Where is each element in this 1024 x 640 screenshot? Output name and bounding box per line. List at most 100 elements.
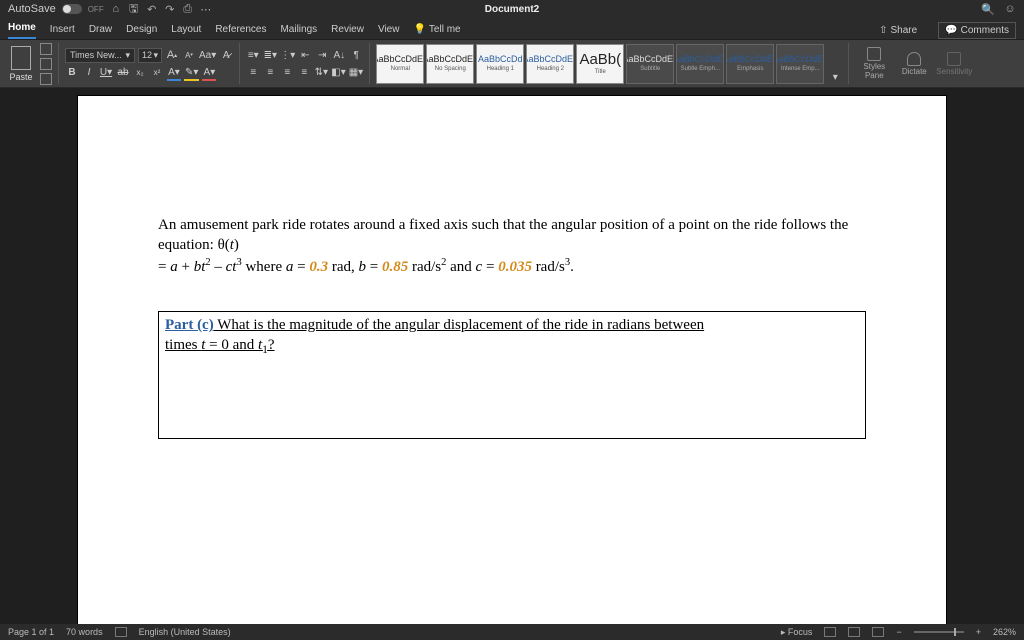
shading-button[interactable]: ◧▾ [331, 65, 345, 79]
style-intense-emp-[interactable]: AaBbCcDdEe Intense Emp... [776, 44, 824, 84]
print-icon[interactable]: ⎙ [182, 3, 194, 15]
styles-group: AaBbCcDdEeNormalAaBbCcDdEeNo SpacingAaBb… [376, 43, 849, 84]
format-painter-icon[interactable] [40, 73, 52, 85]
comments-button[interactable]: 💬 Comments [938, 22, 1016, 39]
increase-indent-button[interactable]: ⇥ [315, 48, 329, 62]
font-size-combo[interactable]: 12▾ [138, 48, 162, 63]
page-indicator[interactable]: Page 1 of 1 [8, 627, 54, 637]
sensitivity-button[interactable]: Sensitivity [935, 52, 973, 76]
text: where [242, 259, 286, 275]
tab-mailings[interactable]: Mailings [280, 24, 317, 39]
underline-button[interactable]: U▾ [99, 66, 113, 80]
subscript-button[interactable]: x₂ [133, 66, 147, 80]
tell-me[interactable]: 💡 Tell me [413, 24, 460, 39]
paste-button[interactable]: Paste [6, 46, 36, 82]
font-name-combo[interactable]: Times New...▾ [65, 48, 135, 63]
style-emphasis[interactable]: AaBbCcDdEeEmphasis [726, 44, 774, 84]
bullets-button[interactable]: ≡▾ [246, 48, 260, 62]
grow-font-button[interactable]: A▴ [165, 48, 179, 62]
style-title[interactable]: AaBb(Title [576, 44, 624, 84]
search-icon[interactable]: 🔍 [982, 3, 994, 15]
part-c-line1: Part (c) What is the magnitude of the an… [165, 316, 859, 336]
language-indicator[interactable]: English (United States) [139, 627, 231, 637]
word-count[interactable]: 70 words [66, 627, 103, 637]
style-subtitle[interactable]: AaBbCcDdEeSubtitle [626, 44, 674, 84]
comment-icon: 💬 [945, 25, 957, 36]
superscript-button[interactable]: x² [150, 66, 164, 80]
more-icon[interactable]: ⋯ [200, 3, 212, 15]
style-heading-2[interactable]: AaBbCcDdEeHeading 2 [526, 44, 574, 84]
align-right-button[interactable]: ≡ [280, 65, 294, 79]
undo-icon[interactable]: ↶ [146, 3, 158, 15]
text-effects-button[interactable]: A▾ [167, 66, 181, 80]
share-button[interactable]: ⇧ Share [872, 22, 924, 39]
style-preview: AaBbCcDdEe [776, 55, 824, 64]
web-layout-icon[interactable] [872, 627, 884, 637]
justify-button[interactable]: ≡ [297, 65, 311, 79]
change-case-button[interactable]: Aa▾ [199, 48, 216, 62]
tab-draw[interactable]: Draw [89, 24, 112, 39]
line-spacing-button[interactable]: ⇅▾ [314, 65, 328, 79]
text: – [211, 259, 226, 275]
text: = 0 and [205, 337, 258, 353]
tab-layout[interactable]: Layout [171, 24, 201, 39]
cut-icon[interactable] [40, 43, 52, 55]
title-bar: AutoSave OFF ⌂ 🖫 ↶ ↷ ⎙ ⋯ Document2 🔍 ☺ [0, 0, 1024, 18]
autosave-toggle[interactable] [62, 4, 82, 14]
clipboard-icon [11, 46, 31, 70]
styles-pane-button[interactable]: Styles Pane [855, 47, 893, 80]
style-normal[interactable]: AaBbCcDdEeNormal [376, 44, 424, 84]
font-color-button[interactable]: A▾ [202, 66, 216, 80]
dictate-button[interactable]: Dictate [895, 52, 933, 76]
shrink-font-button[interactable]: A▾ [182, 48, 196, 62]
print-layout-icon[interactable] [848, 627, 860, 637]
spellcheck-icon[interactable] [115, 627, 127, 637]
numbering-button[interactable]: ≣▾ [263, 48, 277, 62]
style-preview: AaBbCcDdEe [526, 55, 574, 64]
tab-view[interactable]: View [378, 24, 400, 39]
home-icon[interactable]: ⌂ [110, 3, 122, 15]
copy-icon[interactable] [40, 58, 52, 70]
dictate-label: Dictate [902, 67, 927, 76]
clear-format-button[interactable]: A̷ [219, 48, 233, 62]
zoom-level[interactable]: 262% [993, 627, 1016, 637]
styles-more-button[interactable]: ▾ [828, 70, 842, 84]
focus-mode[interactable]: ▸ Focus [781, 627, 813, 638]
sort-button[interactable]: A↓ [332, 48, 346, 62]
tab-insert[interactable]: Insert [50, 24, 75, 39]
style-preview: AaBbCcDd [478, 55, 523, 64]
highlight-button[interactable]: ✎▾ [184, 66, 199, 80]
zoom-out-button[interactable]: − [896, 627, 901, 637]
tab-home[interactable]: Home [8, 22, 36, 39]
zoom-slider[interactable] [914, 631, 964, 633]
tab-references[interactable]: References [215, 24, 266, 39]
redo-icon[interactable]: ↷ [164, 3, 176, 15]
value-a: 0.3 [309, 259, 328, 275]
tab-design[interactable]: Design [126, 24, 157, 39]
right-groups: Styles Pane Dictate Sensitivity [855, 43, 979, 84]
italic-button[interactable]: I [82, 66, 96, 80]
align-left-button[interactable]: ≡ [246, 65, 260, 79]
face-icon[interactable]: ☺ [1004, 3, 1016, 15]
style-subtle-emph-[interactable]: AaBbCcDdEeSubtle Emph... [676, 44, 724, 84]
multilevel-button[interactable]: ⋮▾ [280, 48, 295, 62]
document-body[interactable]: An amusement park ride rotates around a … [158, 216, 866, 439]
show-marks-button[interactable]: ¶ [349, 48, 363, 62]
borders-button[interactable]: ▦▾ [349, 65, 363, 79]
document-page[interactable]: An amusement park ride rotates around a … [78, 96, 946, 624]
style-preview: AaBbCcDdEe [376, 55, 424, 64]
tab-review[interactable]: Review [331, 24, 364, 39]
bold-button[interactable]: B [65, 66, 79, 80]
save-icon[interactable]: 🖫 [128, 3, 140, 15]
strikethrough-button[interactable]: ab [116, 66, 130, 80]
text: = [293, 259, 309, 275]
align-center-button[interactable]: ≡ [263, 65, 277, 79]
paragraph-group: ≡▾ ≣▾ ⋮▾ ⇤ ⇥ A↓ ¶ ≡ ≡ ≡ ≡ ⇅▾ ◧▾ ▦▾ [246, 43, 370, 84]
style-name: Intense Emp... [781, 66, 820, 72]
style-no-spacing[interactable]: AaBbCcDdEeNo Spacing [426, 44, 474, 84]
text: times [165, 337, 201, 353]
read-mode-icon[interactable] [824, 627, 836, 637]
decrease-indent-button[interactable]: ⇤ [298, 48, 312, 62]
zoom-in-button[interactable]: + [976, 627, 981, 637]
style-heading-1[interactable]: AaBbCcDdHeading 1 [476, 44, 524, 84]
